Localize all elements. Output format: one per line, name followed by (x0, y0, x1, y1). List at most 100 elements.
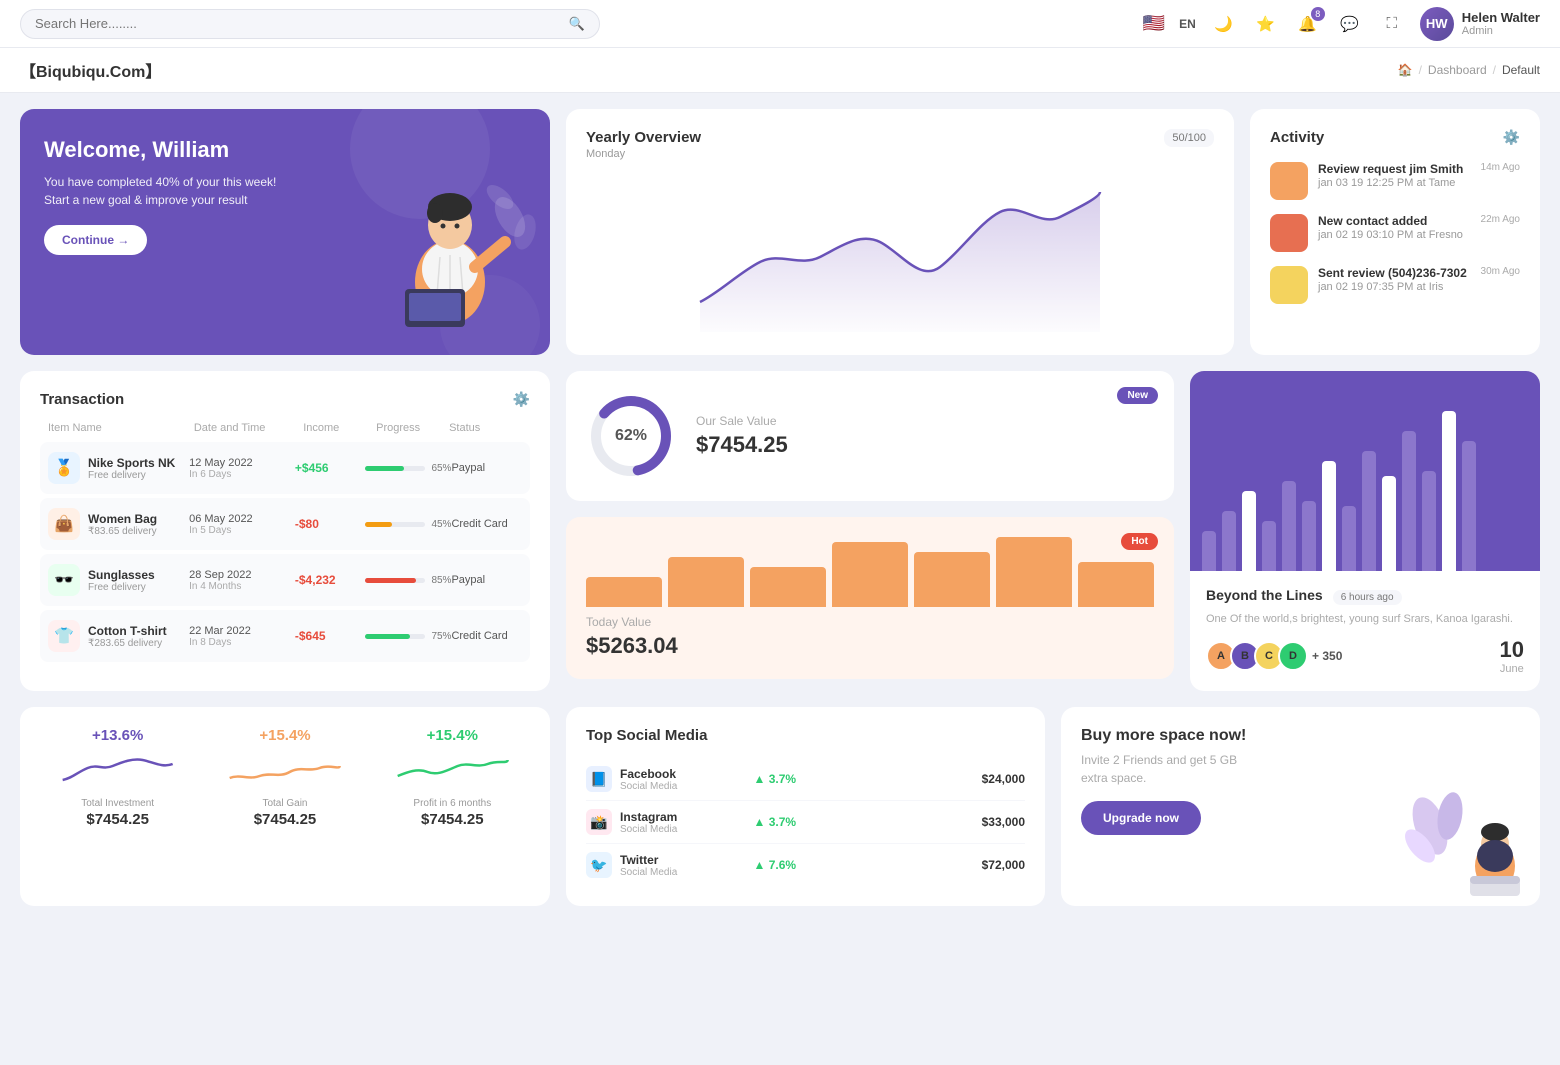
beyond-bar (1442, 411, 1456, 571)
beyond-title: Beyond the Lines (1206, 587, 1323, 603)
notification-btn[interactable]: 🔔 8 (1294, 10, 1322, 38)
mini-stats-card: +13.6% Total Investment $7454.25 +15.4% … (20, 707, 550, 906)
social-info-2: Twitter Social Media (620, 853, 746, 878)
trans-status-2: Paypal (451, 574, 522, 586)
fullscreen-btn[interactable]: ⛶ (1378, 10, 1406, 38)
social-icon-2: 🐦 (586, 852, 612, 878)
activity-time-1: 22m Ago (1481, 214, 1520, 225)
activity-time-0: 14m Ago (1481, 162, 1520, 173)
search-bar[interactable]: 🔍 (20, 9, 600, 39)
buy-subtitle: Invite 2 Friends and get 5 GB extra spac… (1081, 751, 1261, 787)
mini-bar (586, 577, 662, 607)
breadcrumb-dashboard[interactable]: Dashboard (1428, 63, 1487, 77)
beyond-chart (1190, 371, 1540, 571)
buy-title: Buy more space now! (1081, 727, 1520, 745)
search-input[interactable] (35, 16, 561, 31)
stat-label-2: Profit in 6 months (413, 798, 491, 809)
trans-delivery-1: ₹83.65 delivery (88, 526, 157, 537)
breadcrumb: 🏠 / Dashboard / Default (1398, 63, 1540, 77)
mini-bar (914, 552, 990, 607)
row2: Transaction ⚙️ Item Name Date and Time I… (0, 371, 1560, 707)
beyond-plus-count: + 350 (1312, 649, 1342, 663)
activity-list: Review request jim Smith jan 03 19 12:25… (1270, 162, 1520, 304)
yearly-subtitle: Monday (586, 148, 701, 160)
col-income: Income (303, 422, 376, 434)
social-pct-0: ▲ 3.7% (754, 772, 814, 786)
beyond-info: Beyond the Lines 6 hours ago One Of the … (1190, 571, 1540, 691)
beyond-bar (1202, 531, 1216, 571)
trans-item-2: 🕶️ Sunglasses Free delivery (48, 564, 189, 596)
beyond-bar (1262, 521, 1276, 571)
user-name: Helen Walter (1462, 10, 1540, 25)
sale-value-amount: $7454.25 (696, 432, 788, 458)
trans-income-1: -$80 (295, 517, 366, 531)
list-item: 📘 Facebook Social Media ▲ 3.7% $24,000 (586, 758, 1025, 801)
trans-date-3: 22 Mar 2022 In 8 Days (189, 625, 295, 648)
table-row: 🏅 Nike Sports NK Free delivery 12 May 20… (40, 442, 530, 494)
breadcrumb-home-icon[interactable]: 🏠 (1398, 63, 1413, 77)
topnav: 🔍 🇺🇸 EN 🌙 ⭐ 🔔 8 💬 ⛶ HW Helen Walter Admi… (0, 0, 1560, 48)
trans-icon-1: 👜 (48, 508, 80, 540)
trans-status-0: Paypal (451, 462, 522, 474)
upgrade-button[interactable]: Upgrade now (1081, 801, 1201, 835)
activity-settings-icon[interactable]: ⚙️ (1503, 129, 1520, 146)
trans-income-0: +$456 (295, 461, 366, 475)
list-item: 📸 Instagram Social Media ▲ 3.7% $33,000 (586, 801, 1025, 844)
col-status: Status (449, 422, 522, 434)
search-icon: 🔍 (569, 16, 585, 32)
beyond-bar (1342, 506, 1356, 571)
trans-date-2: 28 Sep 2022 In 4 Months (189, 569, 295, 592)
social-info-0: Facebook Social Media (620, 767, 746, 792)
col-item-name: Item Name (48, 422, 194, 434)
notification-badge: 8 (1311, 7, 1325, 21)
continue-button[interactable]: Continue → (44, 225, 147, 255)
sale-value-card: New 62% Our Sale Value $7454.25 (566, 371, 1174, 501)
mini-bar (1078, 562, 1154, 607)
activity-body-1: New contact added jan 02 19 03:10 PM at … (1318, 214, 1471, 241)
activity-item: Review request jim Smith jan 03 19 12:25… (1270, 162, 1520, 200)
sparkline-2 (375, 750, 530, 790)
transaction-settings-icon[interactable]: ⚙️ (513, 391, 530, 408)
col-progress: Progress (376, 422, 449, 434)
social-pct-2: ▲ 7.6% (754, 858, 814, 872)
mini-bar (750, 567, 826, 607)
stat-value-1: $7454.25 (254, 811, 317, 828)
hot-badge: Hot (1121, 533, 1158, 550)
buy-illustration (1400, 766, 1540, 906)
mini-bar (996, 537, 1072, 607)
trans-status-1: Credit Card (451, 518, 522, 530)
avatar: HW (1420, 7, 1454, 41)
welcome-illustration (350, 109, 550, 355)
stat-item: +13.6% Total Investment $7454.25 (40, 727, 195, 886)
activity-title: Activity (1270, 129, 1324, 146)
social-icon-1: 📸 (586, 809, 612, 835)
social-title: Top Social Media (586, 727, 1025, 744)
lang-label[interactable]: EN (1179, 17, 1196, 31)
activity-thumb-2 (1270, 266, 1308, 304)
trans-income-3: -$645 (295, 629, 366, 643)
table-row: 👕 Cotton T-shirt ₹283.65 delivery 22 Mar… (40, 610, 530, 662)
social-type-2: Social Media (620, 867, 746, 878)
brand-name: 【Biqubiqu.Com】 (20, 58, 161, 82)
dark-mode-btn[interactable]: 🌙 (1210, 10, 1238, 38)
chat-btn[interactable]: 💬 (1336, 10, 1364, 38)
activity-name-1: New contact added (1318, 214, 1471, 228)
stat-item: +15.4% Profit in 6 months $7454.25 (375, 727, 530, 886)
activity-detail-0: jan 03 19 12:25 PM at Tame (1318, 177, 1471, 189)
today-value-amount: $5263.04 (586, 633, 1154, 659)
beyond-bar (1242, 491, 1256, 571)
trans-name-2: Sunglasses (88, 568, 155, 582)
yearly-chart (586, 172, 1214, 335)
beyond-bar (1362, 451, 1376, 571)
activity-body-0: Review request jim Smith jan 03 19 12:25… (1318, 162, 1471, 189)
beyond-bar (1462, 441, 1476, 571)
social-rows: 📘 Facebook Social Media ▲ 3.7% $24,000 📸… (586, 758, 1025, 886)
nav-icons: 🇺🇸 EN 🌙 ⭐ 🔔 8 💬 ⛶ HW Helen Walter Admin (1143, 7, 1540, 41)
trans-date-0: 12 May 2022 In 6 Days (189, 457, 295, 480)
activity-card: Activity ⚙️ Review request jim Smith jan… (1250, 109, 1540, 355)
beyond-subtitle: One Of the world,s brightest, young surf… (1206, 613, 1524, 625)
star-btn[interactable]: ⭐ (1252, 10, 1280, 38)
stat-pct-1: +15.4% (259, 727, 310, 744)
beyond-bar (1322, 461, 1336, 571)
user-info[interactable]: HW Helen Walter Admin (1420, 7, 1540, 41)
